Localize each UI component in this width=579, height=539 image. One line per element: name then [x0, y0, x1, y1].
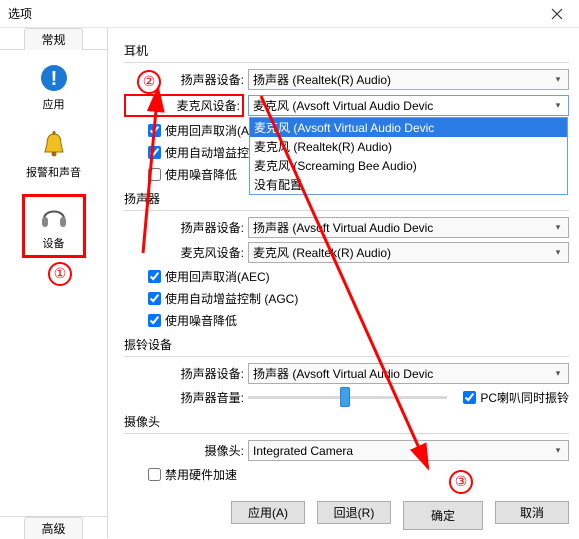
mic-option[interactable]: 没有配置 — [250, 175, 567, 194]
group-ring-title: 振铃设备 — [124, 336, 569, 353]
pc-speaker-ring-label: PC喇叭同时振铃 — [480, 389, 569, 406]
slider-thumb[interactable] — [340, 387, 350, 407]
chevron-down-icon: ▾ — [552, 100, 564, 111]
sidebar-item-application[interactable]: ! 应用 — [22, 58, 86, 116]
headset-mic-select[interactable]: 麦克风 (Avsoft Virtual Audio Devic ▾ 麦克风 (A… — [248, 95, 569, 116]
speaker-aec-label: 使用回声取消(AEC) — [165, 268, 270, 285]
chevron-down-icon: ▾ — [552, 247, 564, 258]
ring-speaker-select[interactable]: 扬声器 (Avsoft Virtual Audio Devic ▾ — [248, 363, 569, 384]
tab-general[interactable]: 常规 — [24, 28, 82, 50]
apply-button[interactable]: 应用(A) — [231, 501, 305, 524]
headset-mic-dropdown: 麦克风 (Avsoft Virtual Audio Devic 麦克风 (Rea… — [249, 117, 568, 195]
headset-agc-checkbox[interactable] — [148, 146, 161, 159]
window-close-button[interactable] — [535, 0, 579, 28]
speaker-agc-label: 使用自动增益控制 (AGC) — [165, 290, 298, 307]
headset-mic-value: 麦克风 (Avsoft Virtual Audio Devic — [253, 97, 433, 114]
speaker-mic-value: 麦克风 (Realtek(R) Audio) — [253, 244, 391, 261]
headset-agc-label: 使用自动增益控制 — [165, 144, 261, 161]
speaker-aec-checkbox[interactable] — [148, 270, 161, 283]
headset-aec-checkbox[interactable] — [148, 124, 161, 137]
ring-volume-label: 扬声器音量: — [124, 389, 244, 406]
volume-slider[interactable] — [248, 396, 447, 399]
sidebar-label-application: 应用 — [22, 96, 86, 112]
group-headset-title: 耳机 — [124, 42, 569, 59]
sidebar-label-devices: 设备 — [29, 235, 79, 251]
close-icon — [551, 8, 563, 20]
cancel-button[interactable]: 取消 — [495, 501, 569, 524]
camera-value: Integrated Camera — [253, 444, 353, 458]
chevron-down-icon: ▾ — [552, 74, 564, 85]
speaker-mic-select[interactable]: 麦克风 (Realtek(R) Audio) ▾ — [248, 242, 569, 263]
speaker-agc-checkbox[interactable] — [148, 292, 161, 305]
group-camera-title: 摄像头 — [124, 413, 569, 430]
speaker-speaker-select[interactable]: 扬声器 (Avsoft Virtual Audio Devic ▾ — [248, 217, 569, 238]
headset-speaker-select[interactable]: 扬声器 (Realtek(R) Audio) ▾ — [248, 69, 569, 90]
headset-nr-label: 使用噪音降低 — [165, 166, 237, 183]
headset-nr-checkbox[interactable] — [148, 168, 161, 181]
divider — [124, 356, 569, 357]
headset-mic-label: 麦克风设备: — [124, 94, 244, 117]
ring-speaker-value: 扬声器 (Avsoft Virtual Audio Devic — [253, 365, 433, 382]
pc-speaker-ring-checkbox[interactable] — [463, 391, 476, 404]
mic-option[interactable]: 麦克风 (Avsoft Virtual Audio Devic — [250, 118, 567, 137]
divider — [124, 210, 569, 211]
speaker-nr-label: 使用噪音降低 — [165, 312, 237, 329]
divider — [124, 433, 569, 434]
svg-text:!: ! — [50, 68, 57, 90]
headset-speaker-value: 扬声器 (Realtek(R) Audio) — [253, 71, 391, 88]
speaker-speaker-value: 扬声器 (Avsoft Virtual Audio Devic — [253, 219, 433, 236]
camera-select[interactable]: Integrated Camera ▾ — [248, 440, 569, 461]
speaker-speaker-label: 扬声器设备: — [124, 219, 244, 236]
window-title: 选项 — [8, 5, 32, 22]
chevron-down-icon: ▾ — [552, 368, 564, 379]
revert-button[interactable]: 回退(R) — [317, 501, 391, 524]
mic-option[interactable]: 麦克风 (Screaming Bee Audio) — [250, 156, 567, 175]
mic-option[interactable]: 麦克风 (Realtek(R) Audio) — [250, 137, 567, 156]
tab-advanced[interactable]: 高级 — [24, 517, 82, 539]
ok-button[interactable]: 确定 — [403, 501, 483, 530]
camera-hw-accel-checkbox[interactable] — [148, 468, 161, 481]
headset-icon — [38, 201, 70, 233]
camera-label: 摄像头: — [124, 442, 244, 459]
speaker-mic-label: 麦克风设备: — [124, 244, 244, 261]
info-circle-icon: ! — [38, 62, 70, 94]
sidebar-item-devices[interactable]: 设备 — [22, 194, 86, 258]
speaker-nr-checkbox[interactable] — [148, 314, 161, 327]
bell-icon — [38, 130, 70, 162]
ring-speaker-label: 扬声器设备: — [124, 365, 244, 382]
camera-hw-accel-label: 禁用硬件加速 — [165, 466, 237, 483]
divider — [124, 62, 569, 63]
chevron-down-icon: ▾ — [552, 445, 564, 456]
headset-speaker-label: 扬声器设备: — [124, 71, 244, 88]
sidebar-label-alarm: 报警和声音 — [22, 164, 86, 180]
chevron-down-icon: ▾ — [552, 222, 564, 233]
sidebar-item-alarm[interactable]: 报警和声音 — [22, 126, 86, 184]
